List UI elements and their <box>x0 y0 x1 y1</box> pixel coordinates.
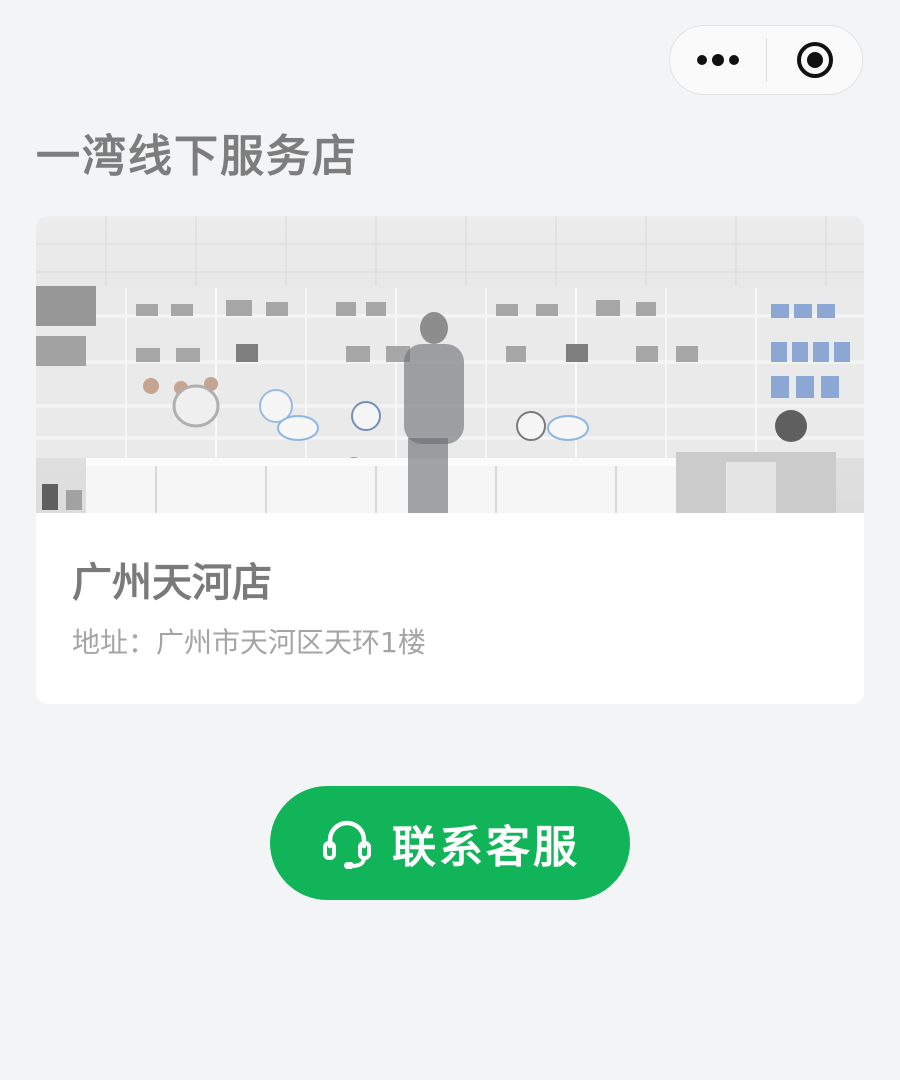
ellipsis-icon <box>697 54 739 66</box>
store-card[interactable]: 广州天河店 地址：广州市天河区天环1楼 <box>36 216 864 704</box>
store-name: 广州天河店 <box>72 560 272 606</box>
target-circle-icon <box>796 42 833 78</box>
page-title: 一湾线下服务店 <box>36 131 358 182</box>
store-address: 地址：广州市天河区天环1楼 <box>72 626 426 659</box>
more-button[interactable] <box>670 26 766 94</box>
close-button[interactable] <box>767 26 862 94</box>
contact-customer-service-button[interactable]: 联系客服 <box>270 786 630 900</box>
miniprogram-capsule <box>669 25 863 95</box>
store-photo <box>36 216 864 513</box>
headset-icon <box>323 820 371 869</box>
contact-button-label: 联系客服 <box>392 822 580 873</box>
